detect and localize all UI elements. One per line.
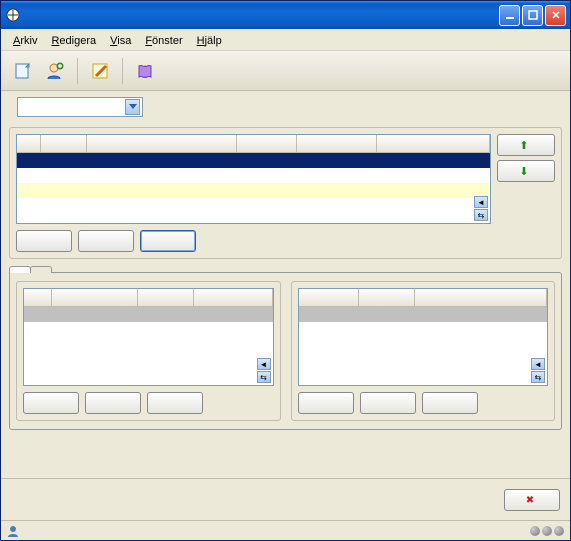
col-frakt[interactable] xyxy=(237,135,297,152)
app-icon xyxy=(5,7,21,23)
menubar: Arkiv Redigera Visa Fönster Hjälp xyxy=(1,29,570,51)
arrow-down-icon xyxy=(519,165,528,178)
scroll-sync-icon[interactable]: ⇆ xyxy=(257,371,271,383)
minimize-button[interactable] xyxy=(499,5,520,26)
col-valuta[interactable] xyxy=(299,289,359,306)
toolbar xyxy=(1,51,570,91)
stang-button[interactable] xyxy=(504,489,560,511)
scroll-buttons[interactable]: ◄ ⇆ xyxy=(257,358,271,383)
footer xyxy=(1,478,570,520)
scroll-left-icon[interactable]: ◄ xyxy=(531,358,545,370)
betalningssatt-table[interactable]: ◄ ⇆ xyxy=(23,288,274,386)
ny-button[interactable] xyxy=(298,392,354,414)
upp-button[interactable] xyxy=(497,134,555,156)
col-ovre[interactable] xyxy=(377,135,490,152)
andra-button[interactable] xyxy=(78,230,134,252)
app-window: Arkiv Redigera Visa Fönster Hjälp xyxy=(0,0,571,541)
close-icon xyxy=(526,494,534,506)
scroll-left-icon[interactable]: ◄ xyxy=(257,358,271,370)
table-row[interactable] xyxy=(24,307,273,322)
col-betalningssatt[interactable] xyxy=(52,289,138,306)
scroll-left-icon[interactable]: ◄ xyxy=(474,196,488,208)
betalningssatt-group: ◄ ⇆ xyxy=(16,281,281,421)
col-expa[interactable] xyxy=(359,289,415,306)
scroll-sync-icon[interactable]: ⇆ xyxy=(531,371,545,383)
tab-betalningssatt[interactable] xyxy=(9,266,31,273)
col-belopps[interactable] xyxy=(194,289,273,306)
leveranssatt-table[interactable]: ◄ ⇆ xyxy=(16,134,491,224)
titlebar[interactable] xyxy=(1,1,570,29)
col-b[interactable] xyxy=(24,289,52,306)
menu-hjalp[interactable]: Hjälp xyxy=(191,33,228,49)
table-row[interactable] xyxy=(17,153,490,168)
tab-bar xyxy=(9,265,562,272)
menu-visa[interactable]: Visa xyxy=(104,33,137,49)
status-ball xyxy=(542,526,552,536)
menu-redigera[interactable]: Redigera xyxy=(45,33,102,49)
valutabelopp-group: ◄ ⇆ xyxy=(291,281,556,421)
leveranssatt-group: ◄ ⇆ xyxy=(9,127,562,259)
toolbar-book-icon[interactable] xyxy=(131,57,159,85)
andra-button[interactable] xyxy=(85,392,141,414)
toolbar-user-icon[interactable] xyxy=(41,57,69,85)
col-pos[interactable] xyxy=(17,135,41,152)
scroll-buttons[interactable]: ◄ ⇆ xyxy=(531,358,545,383)
col-exeditio[interactable] xyxy=(138,289,194,306)
col-transportsatt[interactable] xyxy=(87,135,237,152)
land-combo[interactable] xyxy=(17,97,143,117)
table-row[interactable] xyxy=(17,183,490,198)
table-row[interactable] xyxy=(17,168,490,183)
status-user-icon xyxy=(7,525,19,537)
ny-button[interactable] xyxy=(16,230,72,252)
col-beloppsgrans[interactable] xyxy=(415,289,548,306)
status-ball xyxy=(530,526,540,536)
chevron-down-icon[interactable] xyxy=(125,99,140,115)
andra-button[interactable] xyxy=(360,392,416,414)
tabort-button[interactable] xyxy=(147,392,203,414)
ned-button[interactable] xyxy=(497,160,555,182)
tab-frakttabell[interactable] xyxy=(30,266,52,273)
status-indicator-balls xyxy=(530,526,564,536)
table-row[interactable] xyxy=(17,198,490,213)
valutabelopp-table[interactable]: ◄ ⇆ xyxy=(298,288,549,386)
tabort-button[interactable] xyxy=(422,392,478,414)
maximize-button[interactable] xyxy=(522,5,543,26)
menu-arkiv[interactable]: Arkiv xyxy=(7,33,43,49)
col-trans[interactable] xyxy=(41,135,87,152)
col-beloppsgrans[interactable] xyxy=(297,135,377,152)
statusbar xyxy=(1,520,570,540)
toolbar-separator xyxy=(122,58,123,84)
toolbar-separator xyxy=(77,58,78,84)
menu-fonster[interactable]: Fönster xyxy=(139,33,188,49)
arrow-up-icon xyxy=(519,139,528,152)
table-row[interactable] xyxy=(299,307,548,322)
tabort-button[interactable] xyxy=(140,230,196,252)
toolbar-new-icon[interactable] xyxy=(9,57,37,85)
tab-panel: ◄ ⇆ xyxy=(9,272,562,430)
scroll-buttons[interactable]: ◄ ⇆ xyxy=(474,196,488,221)
ny-button[interactable] xyxy=(23,392,79,414)
status-ball xyxy=(554,526,564,536)
toolbar-note-icon[interactable] xyxy=(86,57,114,85)
scroll-sync-icon[interactable]: ⇆ xyxy=(474,209,488,221)
close-window-button[interactable] xyxy=(545,5,566,26)
